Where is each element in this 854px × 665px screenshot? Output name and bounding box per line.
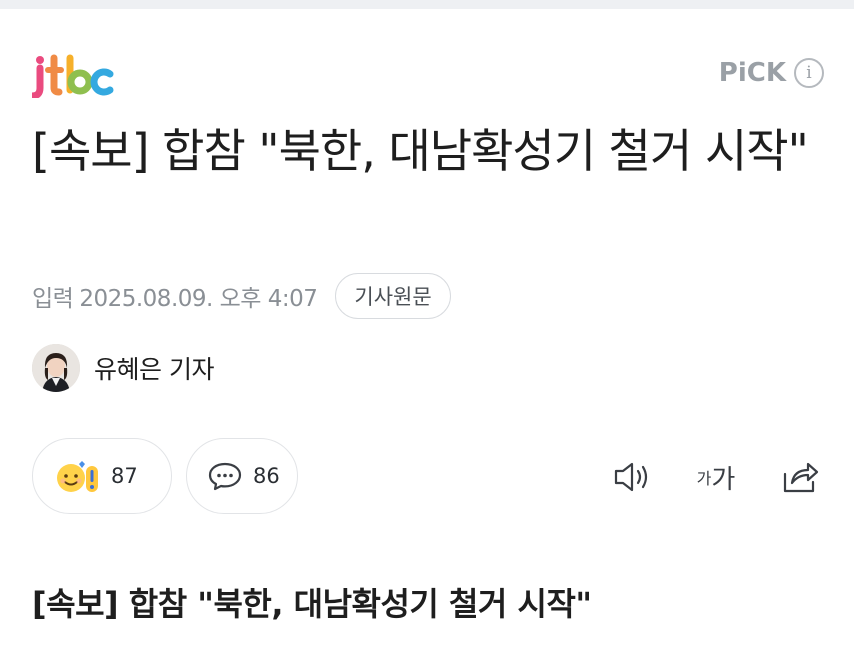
comment-icon	[207, 460, 243, 492]
article-headline: [속보] 합참 "북한, 대남확성기 철거 시작"	[32, 124, 809, 178]
comment-button[interactable]: 86	[186, 438, 298, 514]
audio-button[interactable]	[610, 455, 654, 499]
article-subheadline: [속보] 합참 "북한, 대남확성기 철거 시작"	[32, 585, 592, 623]
author-row[interactable]: 유혜은 기자	[32, 342, 214, 394]
speaker-icon	[612, 459, 652, 495]
comment-count: 86	[253, 464, 280, 488]
font-size-small-label: 가	[696, 469, 712, 488]
engagement-bar: 87 86	[32, 438, 298, 514]
article-header: PiCK i	[0, 44, 854, 104]
share-icon	[780, 458, 820, 496]
top-strip	[0, 0, 854, 9]
reaction-button[interactable]: 87	[32, 438, 172, 514]
pick-label: PiCK	[718, 58, 786, 88]
font-size-button[interactable]: 가 가	[690, 455, 742, 499]
reaction-emoji-icon	[53, 456, 101, 496]
article-meta: 입력 2025.08.09. 오후 4:07 기사원문	[32, 270, 451, 322]
author-avatar	[32, 344, 80, 392]
jtbc-logo[interactable]	[32, 50, 116, 98]
share-button[interactable]	[778, 455, 822, 499]
original-article-button[interactable]: 기사원문	[335, 273, 451, 319]
article-tools: 가 가	[610, 452, 822, 502]
author-name: 유혜은 기자	[94, 355, 214, 384]
published-date: 2025.08.09. 오후 4:07	[79, 286, 318, 312]
pick-badge[interactable]: PiCK i	[719, 58, 824, 88]
font-size-large-label: 가	[711, 464, 736, 495]
info-icon[interactable]: i	[794, 58, 824, 88]
reaction-count: 87	[111, 464, 138, 488]
published-label: 입력	[32, 286, 74, 312]
